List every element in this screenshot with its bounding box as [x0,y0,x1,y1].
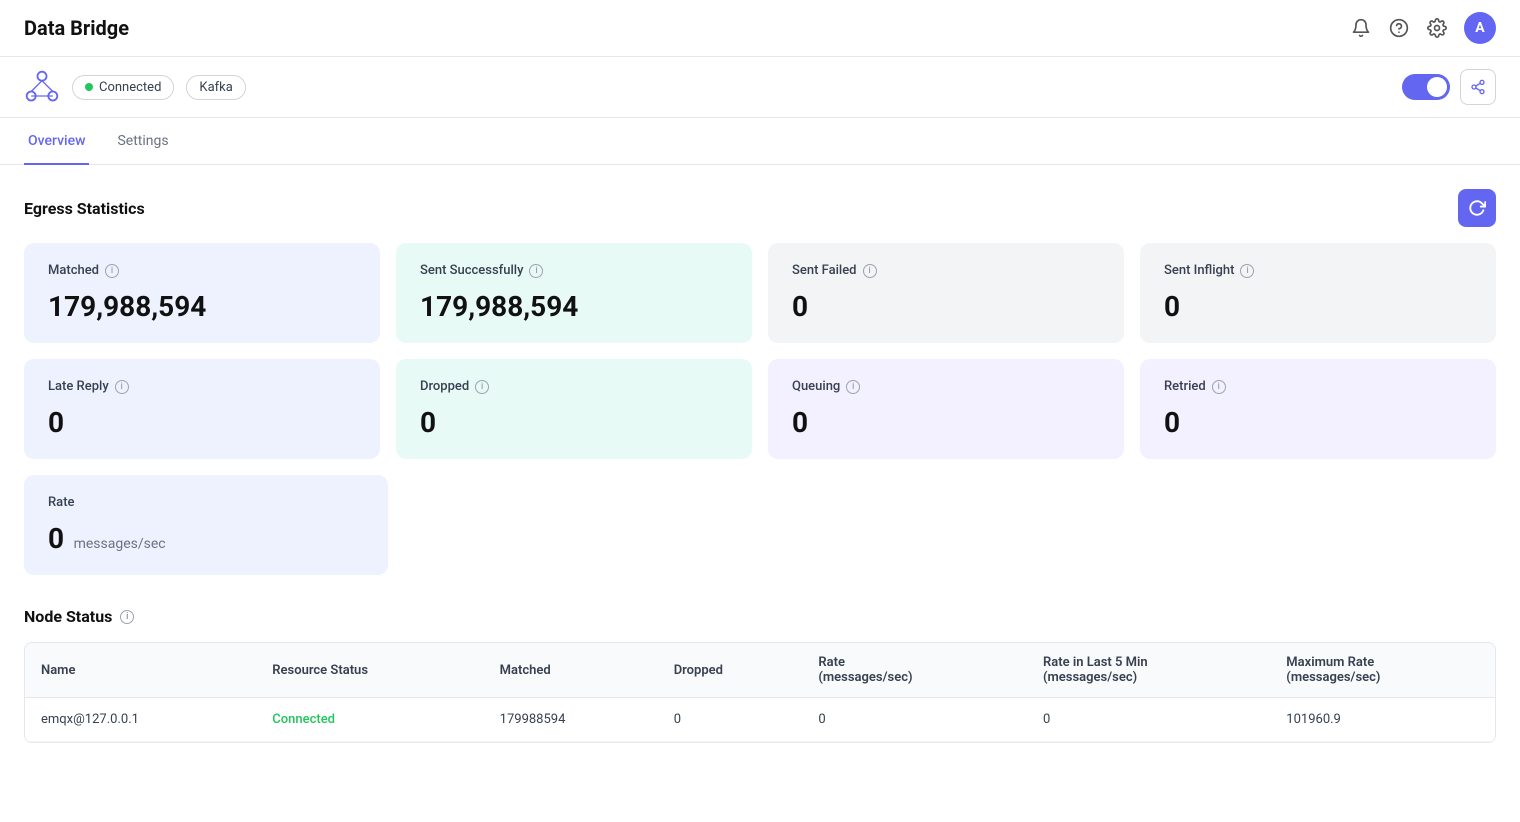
stat-rate-unit: messages/sec [74,536,166,552]
sent-inflight-info-icon[interactable]: i [1240,264,1254,278]
stat-sent-successfully: Sent Successfully i 179,988,594 [396,243,752,343]
stat-late-reply-value: 0 [48,406,356,439]
connected-dot [85,83,93,91]
sent-failed-info-icon[interactable]: i [863,264,877,278]
node-status-info-icon[interactable]: i [120,610,134,624]
stat-rate-value: 0 [48,522,64,555]
table-body: emqx@127.0.0.1 Connected 179988594 0 0 0… [25,698,1495,742]
stat-sent-inflight-value: 0 [1164,290,1472,323]
stat-matched-label: Matched i [48,263,356,278]
stat-queuing-label: Queuing i [792,379,1100,394]
kafka-logo [24,69,60,105]
col-max-rate: Maximum Rate(messages/sec) [1270,643,1495,698]
app-title: Data Bridge [24,16,129,40]
bell-icon[interactable] [1350,17,1372,39]
cell-name: emqx@127.0.0.1 [25,698,256,742]
col-matched: Matched [484,643,658,698]
col-resource-status: Resource Status [256,643,483,698]
stat-retried: Retried i 0 [1140,359,1496,459]
connected-label: Connected [99,80,161,95]
stat-rate-label: Rate [48,495,364,510]
cell-resource-status: Connected [256,698,483,742]
stat-sent-failed-label: Sent Failed i [792,263,1100,278]
header-icons: A [1350,12,1496,44]
stat-sent-failed-value: 0 [792,290,1100,323]
stat-rate-value-row: 0 messages/sec [48,522,364,555]
user-avatar[interactable]: A [1464,12,1496,44]
tab-overview[interactable]: Overview [24,119,89,165]
stat-sent-inflight-label: Sent Inflight i [1164,263,1472,278]
egress-section-header: Egress Statistics [24,189,1496,227]
enable-toggle[interactable] [1402,74,1450,100]
settings-icon[interactable] [1426,17,1448,39]
stat-late-reply: Late Reply i 0 [24,359,380,459]
col-name: Name [25,643,256,698]
cell-rate-5min: 0 [1027,698,1270,742]
stat-matched-value: 179,988,594 [48,290,356,323]
col-dropped: Dropped [658,643,803,698]
tab-settings[interactable]: Settings [113,119,172,165]
sent-successfully-info-icon[interactable]: i [529,264,543,278]
app-header: Data Bridge A [0,0,1520,57]
node-status-title: Node Status i [24,607,1496,626]
refresh-button[interactable] [1458,189,1496,227]
egress-section-title: Egress Statistics [24,199,145,218]
stat-matched: Matched i 179,988,594 [24,243,380,343]
stat-rate: Rate 0 messages/sec [24,475,388,575]
stat-dropped: Dropped i 0 [396,359,752,459]
stats-row-3: Rate 0 messages/sec [24,475,1496,575]
table-row: emqx@127.0.0.1 Connected 179988594 0 0 0… [25,698,1495,742]
dropped-info-icon[interactable]: i [475,380,489,394]
stat-queuing: Queuing i 0 [768,359,1124,459]
cell-dropped: 0 [658,698,803,742]
kafka-badge: Kafka [186,75,245,100]
help-icon[interactable] [1388,17,1410,39]
sub-header: Connected Kafka [0,57,1520,118]
stat-queuing-value: 0 [792,406,1100,439]
node-status-section: Node Status i Name Resource Status Match… [24,607,1496,743]
sub-header-left: Connected Kafka [24,69,246,105]
node-status-table-container: Name Resource Status Matched Dropped Rat… [24,642,1496,743]
late-reply-info-icon[interactable]: i [115,380,129,394]
cell-matched: 179988594 [484,698,658,742]
share-button[interactable] [1460,69,1496,105]
main-content: Egress Statistics Matched i 179,988,594 … [0,165,1520,767]
stat-dropped-value: 0 [420,406,728,439]
stats-row-2: Late Reply i 0 Dropped i 0 Queuing i 0 R… [24,359,1496,459]
table-head: Name Resource Status Matched Dropped Rat… [25,643,1495,698]
cell-max-rate: 101960.9 [1270,698,1495,742]
stat-sent-inflight: Sent Inflight i 0 [1140,243,1496,343]
stat-sent-successfully-value: 179,988,594 [420,290,728,323]
cell-rate: 0 [802,698,1027,742]
matched-info-icon[interactable]: i [105,264,119,278]
stats-row-1: Matched i 179,988,594 Sent Successfully … [24,243,1496,343]
retried-info-icon[interactable]: i [1212,380,1226,394]
queuing-info-icon[interactable]: i [846,380,860,394]
stat-dropped-label: Dropped i [420,379,728,394]
col-rate: Rate(messages/sec) [802,643,1027,698]
stat-retried-label: Retried i [1164,379,1472,394]
col-rate-5min: Rate in Last 5 Min(messages/sec) [1027,643,1270,698]
stat-late-reply-label: Late Reply i [48,379,356,394]
stat-sent-successfully-label: Sent Successfully i [420,263,728,278]
connected-badge: Connected [72,75,174,100]
sub-header-right [1402,69,1496,105]
tabs-bar: Overview Settings [0,118,1520,165]
stat-sent-failed: Sent Failed i 0 [768,243,1124,343]
stat-retried-value: 0 [1164,406,1472,439]
node-status-table: Name Resource Status Matched Dropped Rat… [25,643,1495,742]
